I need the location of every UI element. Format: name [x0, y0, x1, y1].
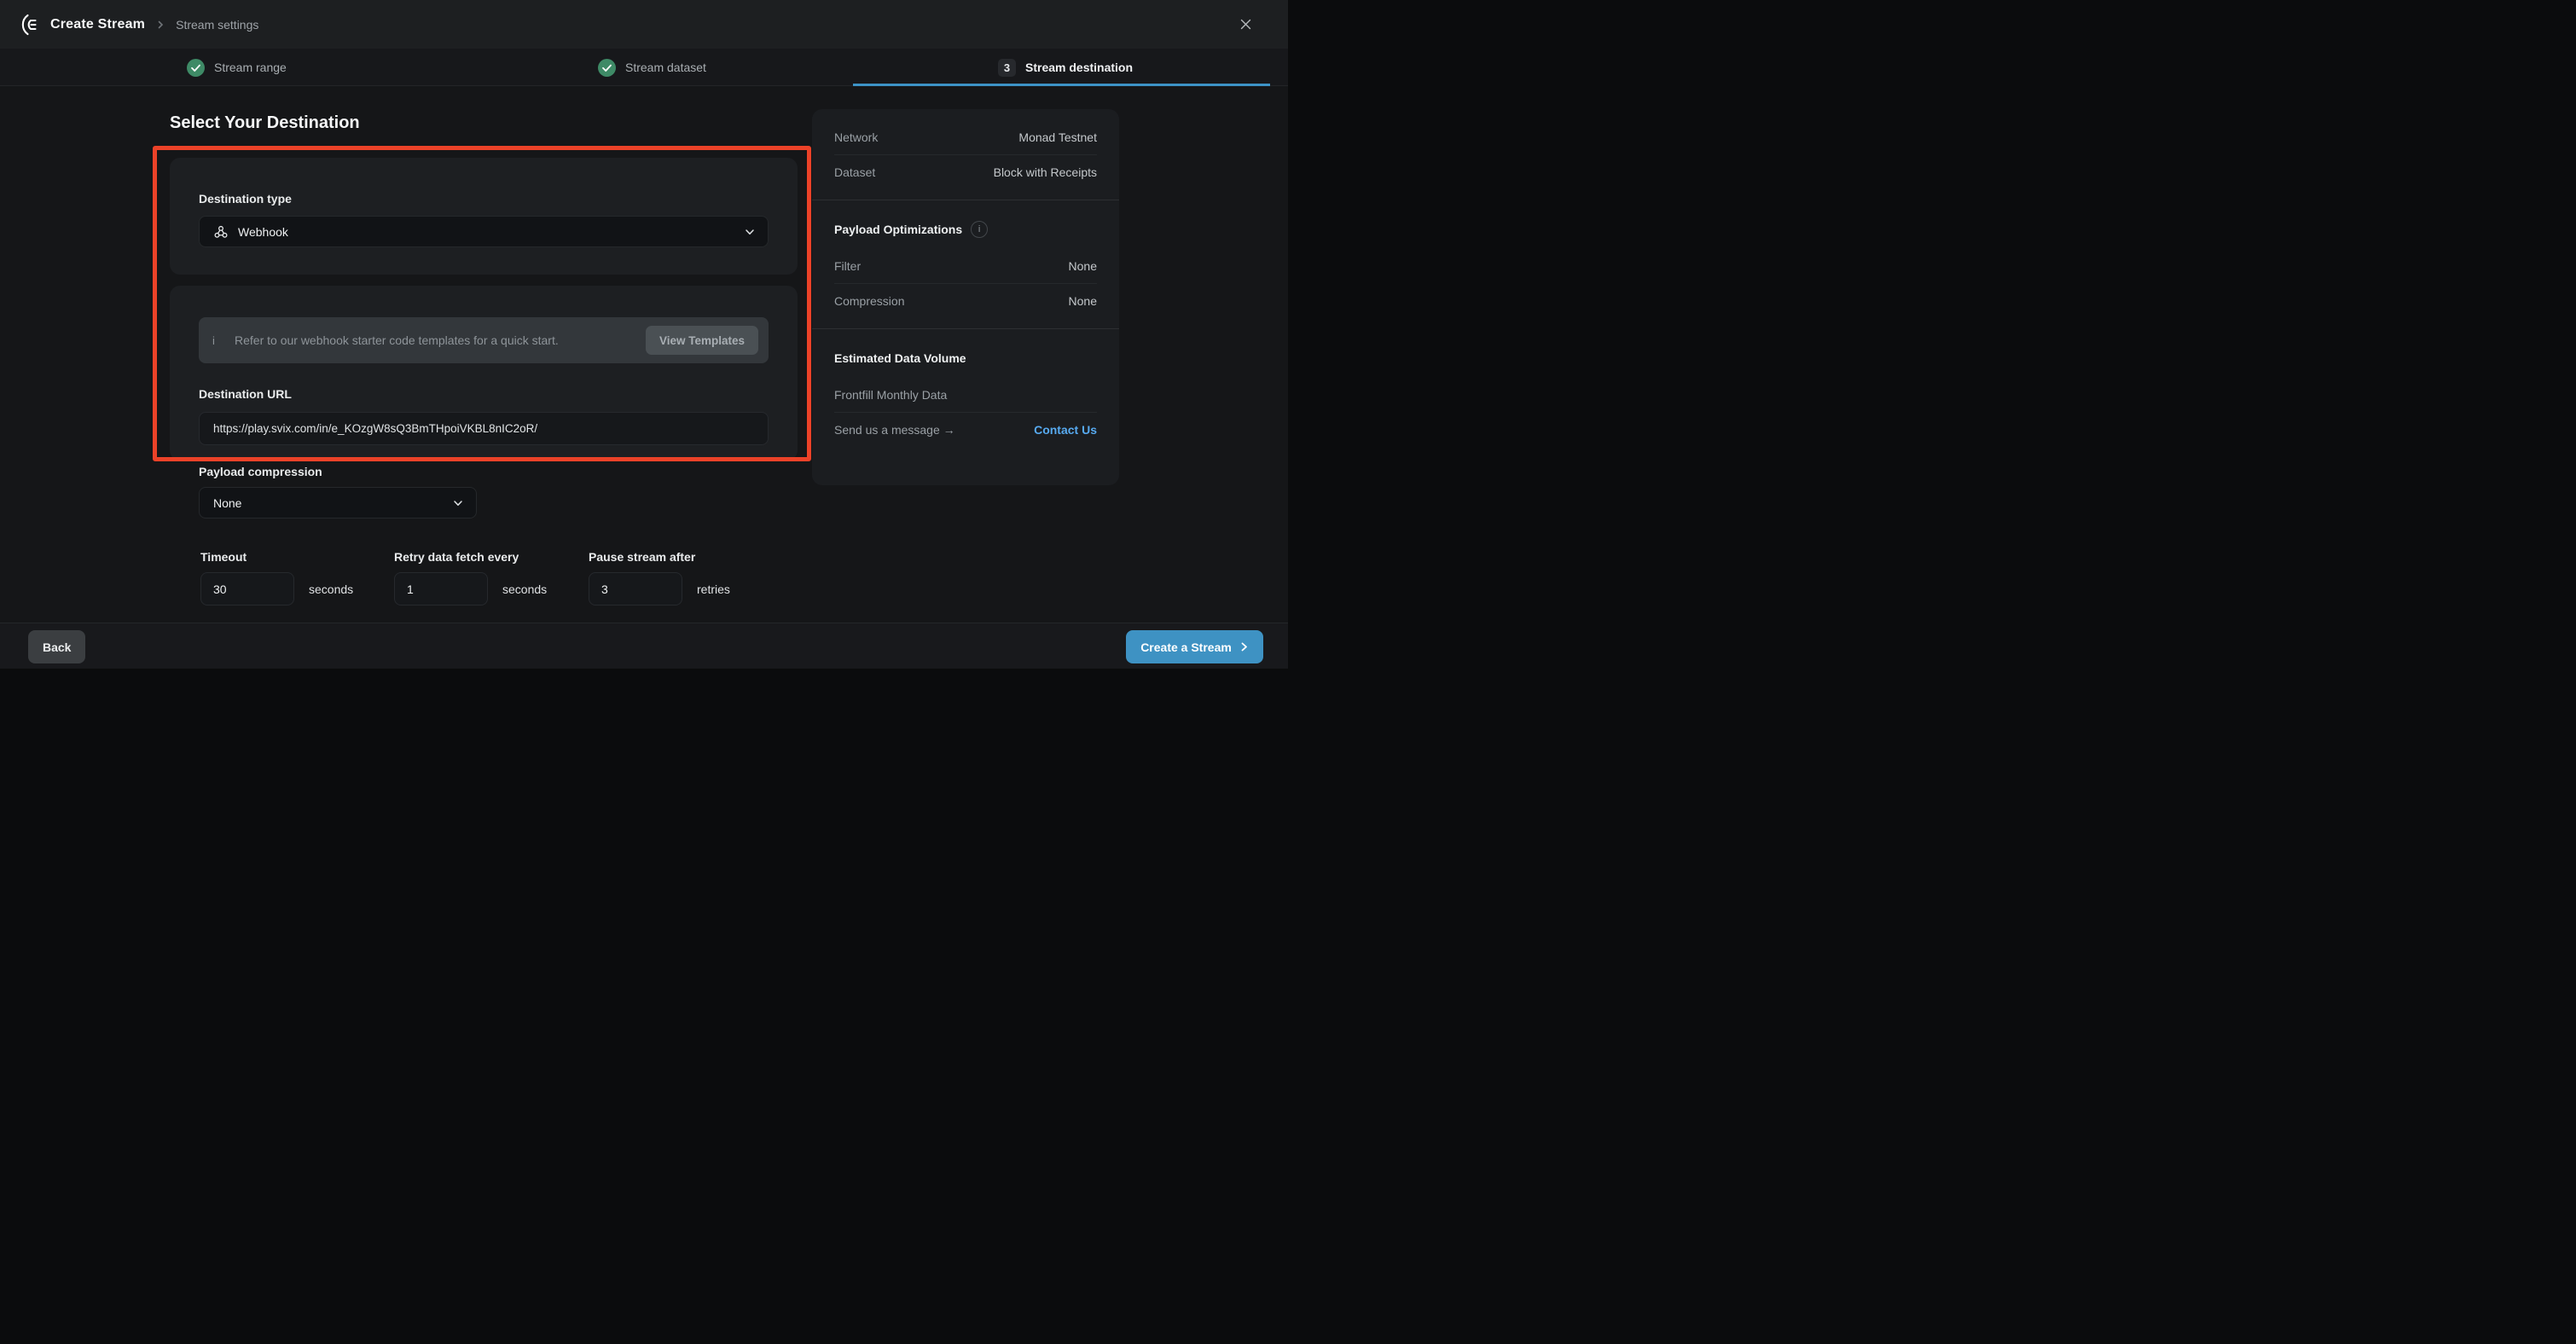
retry-group: Retry data fetch every seconds — [394, 550, 547, 605]
step-stream-dataset[interactable]: Stream dataset — [598, 49, 706, 86]
destination-type-label: Destination type — [199, 192, 292, 206]
back-button[interactable]: Back — [28, 630, 85, 663]
templates-info-banner: i Refer to our webhook starter code temp… — [199, 317, 769, 363]
pause-label: Pause stream after — [589, 550, 730, 564]
close-button[interactable] — [1233, 12, 1257, 36]
step-label: Stream dataset — [625, 61, 706, 74]
page-title: Create Stream — [50, 17, 145, 32]
destination-type-value: Webhook — [238, 225, 288, 239]
payload-optimizations-header: Payload Optimizations i — [834, 211, 1097, 248]
create-stream-button[interactable]: Create a Stream — [1126, 630, 1263, 663]
step-stream-destination[interactable]: 3 Stream destination — [998, 49, 1133, 86]
page-bottom-edge — [0, 669, 1288, 672]
create-stream-modal: Create Stream Stream settings Stream ran… — [0, 0, 1288, 672]
main-content: Select Your Destination Destination type… — [0, 86, 1288, 623]
pause-unit: retries — [697, 582, 730, 596]
banner-text: Refer to our webhook starter code templa… — [235, 333, 646, 347]
timeout-input[interactable] — [200, 572, 294, 605]
webhook-icon — [213, 224, 229, 240]
summary-label: Network — [834, 130, 878, 144]
summary-row-dataset: Dataset Block with Receipts — [834, 154, 1097, 189]
retry-label: Retry data fetch every — [394, 550, 547, 564]
summary-label: Dataset — [834, 165, 875, 179]
view-templates-button[interactable]: View Templates — [646, 326, 758, 355]
step-number-badge: 3 — [998, 59, 1016, 77]
pause-input[interactable] — [589, 572, 682, 605]
payload-compression-select[interactable]: None — [199, 487, 477, 518]
retry-unit: seconds — [502, 582, 547, 596]
destination-type-card: Destination type Webhook — [170, 158, 798, 275]
estimated-data-volume-header: Estimated Data Volume — [834, 339, 1097, 377]
destination-url-label: Destination URL — [199, 387, 769, 401]
step-label: Stream destination — [1025, 61, 1133, 74]
page-heading: Select Your Destination — [170, 113, 360, 133]
summary-value: None — [1069, 294, 1097, 308]
destination-type-select[interactable]: Webhook — [199, 216, 769, 247]
info-icon: i — [212, 334, 235, 347]
chevron-down-icon — [744, 226, 756, 238]
section-divider — [812, 328, 1119, 329]
breadcrumb: Stream settings — [176, 18, 258, 32]
summary-value: None — [1069, 259, 1097, 273]
frontfill-label: Frontfill Monthly Data — [834, 388, 947, 402]
info-circle-icon[interactable]: i — [971, 221, 988, 238]
step-label: Stream range — [214, 61, 287, 74]
retry-input[interactable] — [394, 572, 488, 605]
pause-group: Pause stream after retries — [589, 550, 730, 605]
summary-row-frontfill: Frontfill Monthly Data — [834, 377, 1097, 412]
payload-compression-value: None — [213, 496, 241, 510]
summary-value: Block with Receipts — [994, 165, 1097, 179]
timeout-unit: seconds — [309, 582, 353, 596]
topbar: Create Stream Stream settings — [0, 0, 1288, 49]
chevron-right-icon — [1239, 642, 1249, 652]
footer-bar: Back Create a Stream — [0, 623, 1288, 669]
summary-row-contact: Send us a message → Contact Us — [834, 412, 1097, 447]
destination-url-input[interactable] — [199, 412, 769, 445]
check-icon — [598, 59, 616, 77]
timeout-label: Timeout — [200, 550, 353, 564]
summary-row-network: Network Monad Testnet — [834, 119, 1097, 154]
close-icon — [1240, 19, 1251, 30]
payload-compression-label: Payload compression — [199, 465, 322, 478]
webhook-config-card: i Refer to our webhook starter code temp… — [170, 286, 798, 461]
summary-value: Monad Testnet — [1018, 130, 1097, 144]
check-icon — [187, 59, 205, 77]
timeout-group: Timeout seconds — [200, 550, 353, 605]
summary-row-compression: Compression None — [834, 283, 1097, 318]
step-bar: Stream range Stream dataset 3 Stream des… — [0, 49, 1288, 86]
contact-us-link[interactable]: Contact Us — [1034, 423, 1097, 437]
logo-icon — [19, 14, 41, 36]
step-stream-range[interactable]: Stream range — [187, 49, 287, 86]
stream-summary-panel: Network Monad Testnet Dataset Block with… — [812, 109, 1119, 485]
summary-label: Compression — [834, 294, 904, 308]
chevron-down-icon — [452, 497, 464, 509]
summary-row-filter: Filter None — [834, 248, 1097, 283]
breadcrumb-chevron-icon — [155, 20, 165, 30]
summary-label: Filter — [834, 259, 861, 273]
create-stream-label: Create a Stream — [1140, 640, 1232, 654]
contact-message-label: Send us a message → — [834, 423, 955, 437]
